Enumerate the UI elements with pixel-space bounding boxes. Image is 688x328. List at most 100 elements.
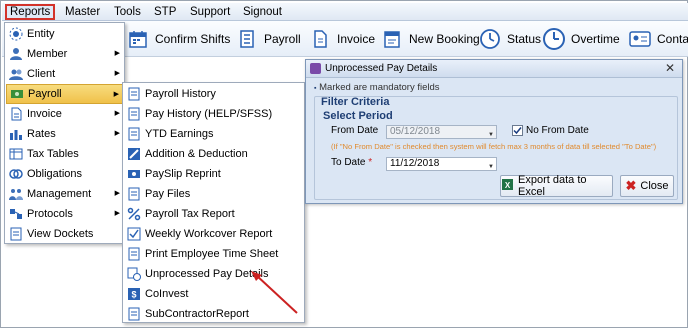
menu-item-label: Member <box>27 48 68 60</box>
menu-item-label: Client <box>27 68 56 80</box>
protocols-icon <box>9 207 23 221</box>
menu-item-addition-deduction[interactable]: Addition & Deduction <box>124 144 304 164</box>
menu-support[interactable]: Support <box>188 4 232 20</box>
to-date-value: 11/12/2018 <box>390 158 440 169</box>
report-page-icon <box>127 247 141 261</box>
menu-item-entity[interactable]: Entity <box>6 24 124 44</box>
menu-item-label: Weekly Workcover Report <box>145 228 273 240</box>
menu-item-label: PaySlip Reprint <box>145 168 221 180</box>
menu-item-protocols[interactable]: Protocols ▶ <box>6 204 124 224</box>
report-page-icon <box>127 107 141 121</box>
menu-item-pay-files[interactable]: Pay Files <box>124 184 304 204</box>
filter-criteria-heading: Filter Criteria <box>321 96 390 108</box>
payslip-icon <box>127 167 141 181</box>
menu-master[interactable]: Master <box>63 4 102 20</box>
coinvest-icon: $ <box>127 287 141 301</box>
contact-button[interactable]: Conta <box>628 25 688 53</box>
menu-tools[interactable]: Tools <box>112 4 143 20</box>
menu-item-member[interactable]: Member ▶ <box>6 44 124 64</box>
payroll-list-icon <box>235 27 259 51</box>
submenu-arrow-icon: ▶ <box>114 70 120 77</box>
menu-item-obligations[interactable]: Obligations <box>6 164 124 184</box>
menu-item-weekly-workcover-report[interactable]: Weekly Workcover Report <box>124 224 304 244</box>
menu-item-invoice[interactable]: Invoice ▶ <box>6 104 124 124</box>
menu-stp[interactable]: STP <box>152 4 178 20</box>
mandatory-note: ▪ Marked are mandatory fields <box>314 82 440 93</box>
edit-icon <box>127 147 141 161</box>
checklist-icon <box>127 227 141 241</box>
confirm-shifts-button[interactable]: Confirm Shifts <box>126 25 230 53</box>
no-from-date-checkbox[interactable] <box>512 125 523 136</box>
new-booking-button[interactable]: New Booking <box>380 25 480 53</box>
menu-item-management[interactable]: Management ▶ <box>6 184 124 204</box>
menu-item-payslip-reprint[interactable]: PaySlip Reprint <box>124 164 304 184</box>
submenu-arrow-icon: ▶ <box>114 210 120 217</box>
dialog-title-bar: Unprocessed Pay Details ✕ <box>306 60 682 78</box>
menu-item-label: View Dockets <box>27 228 94 240</box>
submenu-arrow-icon: ▶ <box>113 91 119 98</box>
menu-reports[interactable]: Reports <box>5 4 56 20</box>
menu-signout[interactable]: Signout <box>241 4 284 20</box>
percent-icon <box>127 207 141 221</box>
to-date-field[interactable]: 11/12/2018 ▼ <box>386 157 497 171</box>
close-button[interactable]: ✖ Close <box>620 175 674 197</box>
export-button-label: Export data to Excel <box>518 174 587 198</box>
clock-icon <box>478 27 502 51</box>
menu-item-ytd-earnings[interactable]: YTD Earnings <box>124 124 304 144</box>
from-date-field[interactable]: 05/12/2018 ▼ <box>386 125 497 139</box>
menu-item-label: Payroll Tax Report <box>145 208 235 220</box>
menu-item-tax-tables[interactable]: Tax Tables <box>6 144 124 164</box>
export-excel-button[interactable]: X Export data to Excel <box>500 174 613 198</box>
menu-item-label: Addition & Deduction <box>145 148 248 160</box>
booking-icon <box>380 27 404 51</box>
payroll-button[interactable]: Payroll <box>235 25 301 53</box>
from-date-label: From Date <box>331 125 379 136</box>
dialog-title: Unprocessed Pay Details <box>325 63 438 74</box>
payroll-label: Payroll <box>264 32 301 46</box>
menu-item-client[interactable]: Client ▶ <box>6 64 124 84</box>
hint-text: (If "No From Date" is checked then syste… <box>331 142 657 151</box>
close-button-label: Close <box>640 180 669 192</box>
report-page-icon <box>127 87 141 101</box>
menu-item-payroll[interactable]: Payroll ▶ <box>6 84 124 104</box>
mandatory-note-text: Marked are mandatory fields <box>319 82 440 93</box>
menu-item-pay-history-help-sfss[interactable]: Pay History (HELP/SFSS) <box>124 104 304 124</box>
excel-icon: X <box>501 178 514 194</box>
menu-item-print-employee-time-sheet[interactable]: Print Employee Time Sheet <box>124 244 304 264</box>
menu-item-payroll-history[interactable]: Payroll History <box>124 84 304 104</box>
report-page-icon <box>127 127 141 141</box>
tax-table-icon <box>9 147 23 161</box>
close-icon[interactable]: ✕ <box>665 61 675 75</box>
menu-item-view-dockets[interactable]: View Dockets <box>6 224 124 244</box>
menu-item-label: Protocols <box>27 208 73 220</box>
member-icon <box>9 47 23 61</box>
payroll-icon <box>10 87 24 101</box>
from-date-value: 05/12/2018 <box>390 126 441 137</box>
document-icon <box>308 27 332 51</box>
dockets-icon <box>9 227 23 241</box>
annotation-arrow-icon <box>251 271 298 314</box>
dropdown-arrow-icon: ▼ <box>488 132 494 138</box>
menu-item-label: Obligations <box>27 168 83 180</box>
menu-item-label: Invoice <box>27 108 62 120</box>
rates-icon <box>9 127 23 141</box>
menu-item-payroll-tax-report[interactable]: Payroll Tax Report <box>124 204 304 224</box>
submenu-arrow-icon: ▶ <box>114 50 120 57</box>
client-icon <box>9 67 23 81</box>
submenu-arrow-icon: ▶ <box>114 130 120 137</box>
required-mark: * <box>368 157 373 168</box>
menu-item-rates[interactable]: Rates ▶ <box>6 124 124 144</box>
obligations-icon <box>9 167 23 181</box>
svg-text:$: $ <box>131 290 136 300</box>
status-button[interactable]: Status <box>478 25 541 53</box>
to-date-label-text: To Date <box>331 157 366 168</box>
menu-item-label: YTD Earnings <box>145 128 214 140</box>
menu-bar: Reports Master Tools STP Support Signout <box>2 3 688 21</box>
overtime-button[interactable]: Overtime <box>542 25 620 53</box>
filter-criteria-box: Filter Criteria Select Period From Date … <box>314 96 678 200</box>
submenu-arrow-icon: ▶ <box>114 110 120 117</box>
app-icon <box>310 63 321 74</box>
invoice-button[interactable]: Invoice <box>308 25 375 53</box>
unprocessed-pay-details-dialog: Unprocessed Pay Details ✕ ▪ Marked are m… <box>305 59 683 204</box>
svg-text:X: X <box>505 181 511 190</box>
